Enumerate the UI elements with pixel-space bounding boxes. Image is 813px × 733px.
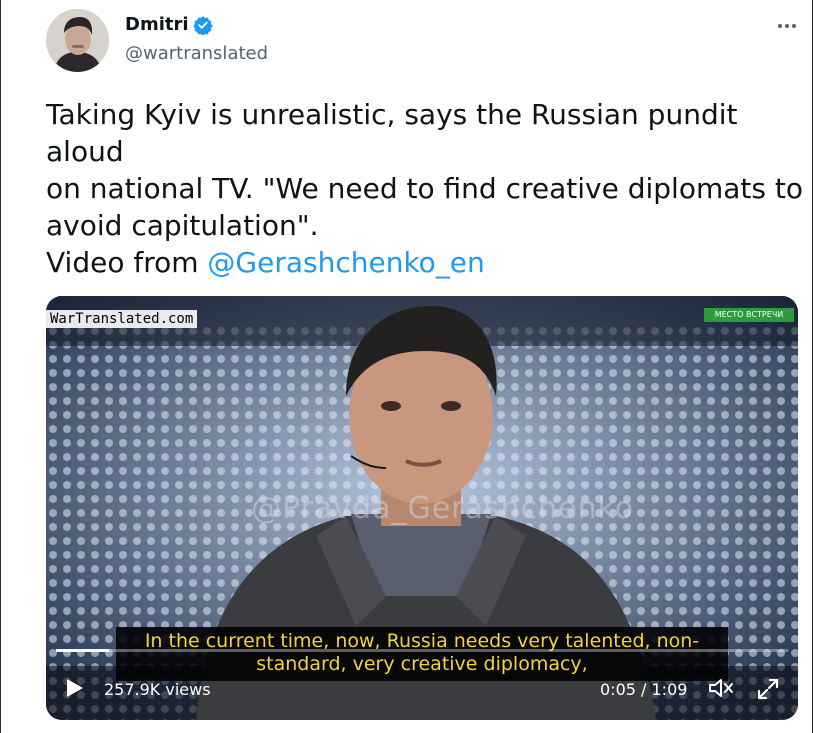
- view-count: 257.9K views: [104, 680, 211, 699]
- volume-muted-icon[interactable]: [707, 676, 735, 700]
- author-handle[interactable]: @wartranslated: [125, 42, 268, 66]
- progress-fill: [56, 649, 110, 652]
- more-horizontal-icon: [778, 24, 782, 28]
- tweet-text: Taking Kyiv is unrealistic, says the Rus…: [46, 98, 803, 242]
- progress-bar[interactable]: [56, 649, 788, 652]
- author-name-row[interactable]: Dmitri: [125, 13, 213, 37]
- more-horizontal-icon-dot: [785, 24, 789, 28]
- tweet-card: Dmitri @wartranslated Taking Kyiv is unr…: [0, 0, 813, 733]
- video-credit-prefix: Video from: [46, 246, 208, 279]
- avatar[interactable]: [46, 9, 109, 72]
- video-player[interactable]: WarTranslated.com МЕСТО ВСТРЕЧИ @Pravda_…: [46, 296, 798, 720]
- more-options-button[interactable]: [773, 14, 801, 38]
- play-icon[interactable]: [62, 676, 86, 700]
- verified-badge-icon: [192, 16, 213, 35]
- more-horizontal-icon-dot: [792, 24, 796, 28]
- fullscreen-icon[interactable]: [756, 677, 780, 701]
- video-time: 0:05 / 1:09: [600, 680, 688, 699]
- video-subtitle: In the current time, now, Russia needs v…: [116, 627, 728, 681]
- subtitle-line-2: standard, very creative diplomacy,: [256, 653, 588, 675]
- mention-link[interactable]: @Gerashchenko_en: [207, 246, 484, 279]
- author-display-name[interactable]: Dmitri: [125, 13, 189, 37]
- avatar-photo-icon: [46, 9, 109, 72]
- corner-watermark: WarTranslated.com: [46, 310, 198, 328]
- tweet-video-credit: Video from @Gerashchenko_en: [46, 244, 485, 281]
- channel-badge: МЕСТО ВСТРЕЧИ: [704, 308, 794, 322]
- overlay-watermark: @Pravda_Gerashchenko: [251, 491, 635, 526]
